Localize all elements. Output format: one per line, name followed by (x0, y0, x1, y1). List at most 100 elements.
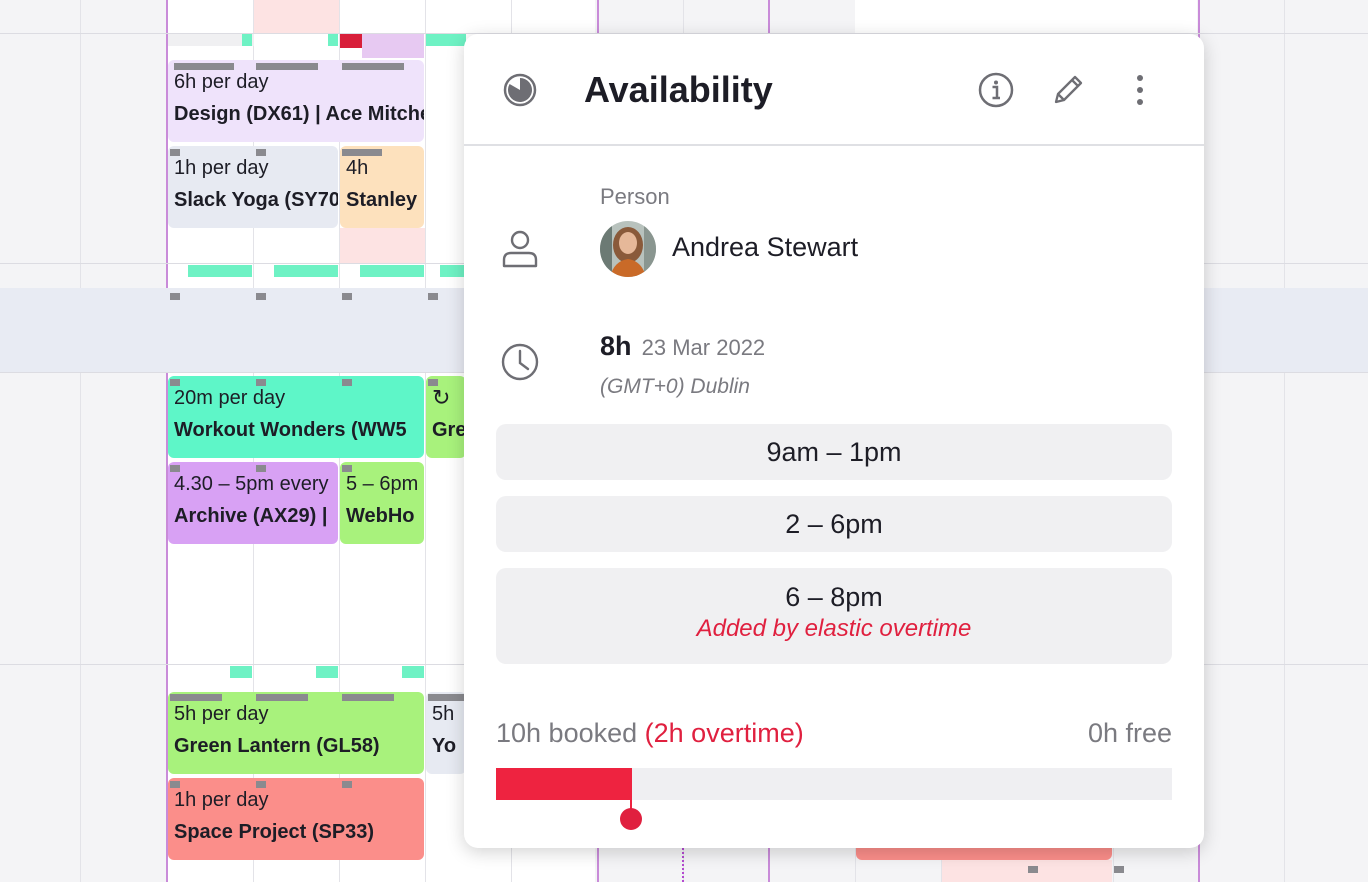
panel-header: Availability (464, 34, 1204, 146)
tick (256, 63, 318, 70)
tick (170, 694, 222, 701)
highlight-cell (253, 0, 339, 34)
capacity-strip (274, 265, 338, 277)
tick (256, 149, 266, 156)
allocation-hours: 1h per day (174, 789, 269, 811)
grid-line (80, 0, 81, 882)
capacity-strip (440, 265, 466, 277)
tick (428, 293, 438, 300)
allocation-project: Gre (432, 419, 466, 441)
capacity-bar-handle (620, 808, 642, 830)
day-columns (855, 0, 1197, 34)
pie-chart-icon (498, 68, 542, 112)
allocation-hours: 5h (432, 703, 455, 725)
tick (256, 379, 266, 386)
allocation-project: Space Project (SP33) (174, 821, 375, 843)
tick (428, 379, 438, 386)
allocation-hours: 4.30 – 5pm every (174, 473, 329, 495)
allocation-block[interactable]: ↻ Gre (426, 376, 466, 458)
allocation-block[interactable]: 20m per day Workout Wonders (WW5 (168, 376, 424, 458)
tick (342, 63, 404, 70)
capacity-strip (316, 666, 338, 678)
availability-panel: Availability Person Andrea Stewart 8h 23… (464, 34, 1204, 848)
time-slot[interactable]: 2 – 6pm (496, 496, 1172, 552)
date-value: 23 Mar 2022 (641, 335, 766, 360)
tick (342, 694, 394, 701)
tick (342, 781, 352, 788)
tick (174, 63, 234, 70)
allocation-project: Workout Wonders (WW5 (174, 419, 407, 441)
allocation-project: Slack Yoga (SY70) (174, 189, 338, 211)
allocation-block[interactable]: 5h per day Green Lantern (GL58) (168, 692, 424, 774)
highlight-cell (339, 228, 425, 264)
booked-hours: 10h booked (496, 718, 638, 748)
tick (428, 694, 466, 701)
allocation-block[interactable]: 1h per day Slack Yoga (SY70) (168, 146, 338, 228)
tick (1114, 866, 1124, 873)
tick (342, 379, 352, 386)
capacity-strip (402, 666, 424, 678)
today-marker (682, 848, 684, 882)
allocation-block[interactable]: 1h per day Space Project (SP33) (168, 778, 424, 860)
person-label: Person (600, 184, 670, 209)
hours-date: 8h 23 Mar 2022 (600, 328, 765, 366)
more-vertical-icon[interactable] (1118, 68, 1162, 112)
overtime-note: Added by elastic overtime (696, 615, 972, 642)
allocation-hours: 6h per day (174, 71, 269, 93)
user-icon (498, 226, 542, 270)
booked-summary: 10h booked (2h overtime) (496, 716, 804, 750)
allocation-block[interactable]: 4.30 – 5pm every Archive (AX29) | (168, 462, 338, 544)
repeat-icon: ↻ (432, 385, 451, 410)
allocation-project: Archive (AX29) | (174, 505, 328, 527)
allocation-hours: 4h (346, 157, 369, 179)
tick (342, 465, 352, 472)
allocation-hours: 5 – 6pm (346, 473, 419, 495)
tick (170, 465, 180, 472)
hours-value: 8h (600, 331, 632, 361)
tick (170, 379, 180, 386)
clock-icon (498, 340, 542, 384)
overtime-marker (340, 34, 362, 48)
allocation-hours: 5h per day (174, 703, 269, 725)
capacity-strip (188, 265, 252, 277)
time-slot-label: 9am – 1pm (766, 437, 902, 467)
tick (256, 694, 308, 701)
timezone: (GMT+0) Dublin (600, 375, 750, 398)
capacity-strip (230, 666, 252, 678)
tick (256, 465, 266, 472)
capacity-strip (242, 34, 252, 46)
allocation-block[interactable]: 5 – 6pm WebHo (340, 462, 424, 544)
allocation-block[interactable]: 4h Stanley (340, 146, 424, 228)
tick (170, 293, 180, 300)
capacity-bar (496, 768, 1172, 818)
allocation-project: Yo (432, 735, 457, 757)
time-slot-label: 2 – 6pm (785, 509, 883, 539)
time-slot[interactable]: 6 – 8pm Added by elastic overtime (496, 568, 1172, 664)
grid-line (1284, 0, 1285, 882)
pencil-icon[interactable] (1046, 68, 1090, 112)
tick (342, 149, 382, 156)
person-name: Andrea Stewart (672, 232, 859, 262)
info-icon[interactable] (974, 68, 1018, 112)
capacity-strip (362, 34, 424, 58)
free-hours: 0h free (1087, 718, 1172, 748)
time-slot[interactable]: 9am – 1pm (496, 424, 1172, 480)
allocation-block[interactable]: 6h per day Design (DX61) | Ace Mitchell (168, 60, 424, 142)
allocation-project: Green Lantern (GL58) (174, 735, 380, 757)
tick (256, 781, 266, 788)
allocation-hours: 20m per day (174, 387, 286, 409)
capacity-strip (328, 34, 338, 46)
panel-title: Availability (584, 69, 773, 110)
allocation-block[interactable]: 5h Yo (426, 692, 466, 774)
tick (170, 149, 180, 156)
highlight-cell (942, 860, 1112, 882)
tick (342, 293, 352, 300)
capacity-bar-fill (496, 768, 631, 800)
allocation-hours: 1h per day (174, 157, 269, 179)
capacity-strip (360, 265, 424, 277)
tick (256, 293, 266, 300)
time-slot-label: 6 – 8pm (785, 582, 883, 612)
avatar (600, 221, 656, 277)
capacity-strip (426, 34, 466, 46)
overtime-hours: (2h overtime) (644, 718, 804, 748)
